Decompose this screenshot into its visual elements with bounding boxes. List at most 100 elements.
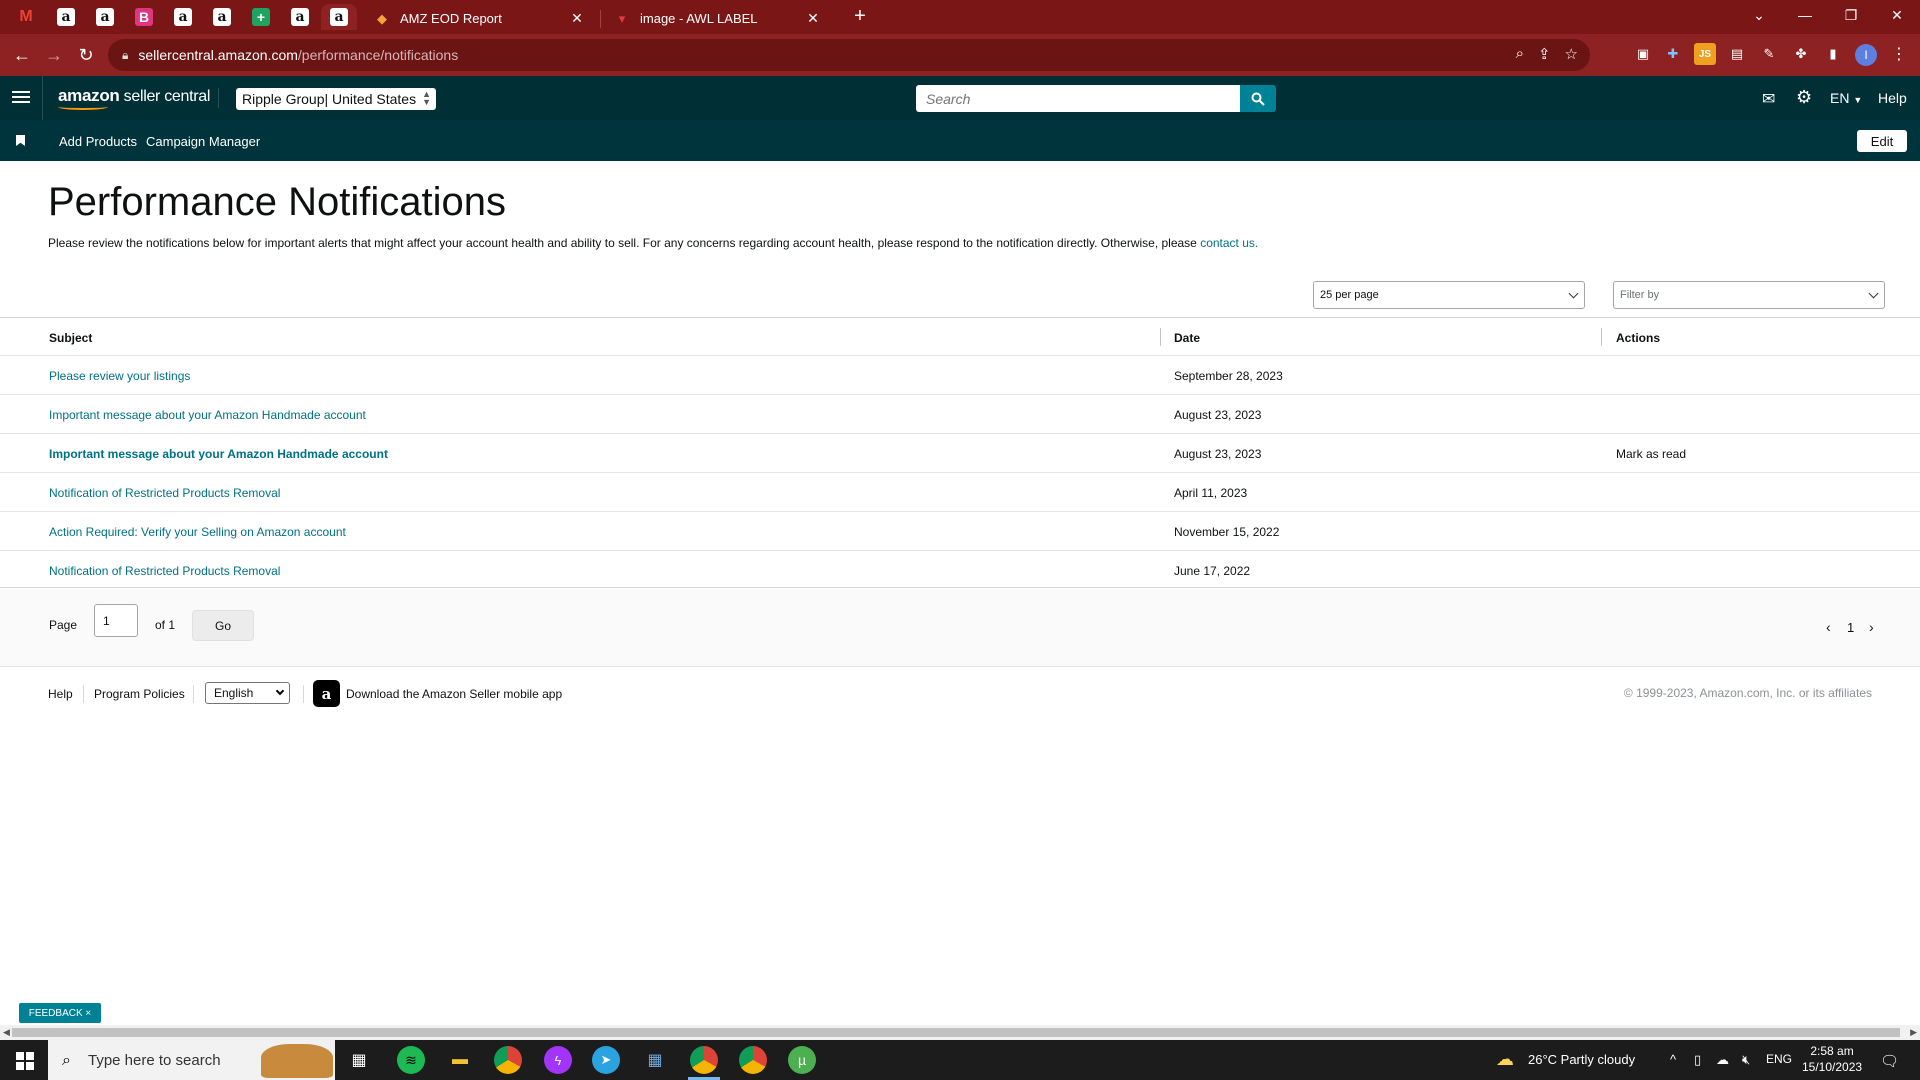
gear-icon[interactable]: ⚙ xyxy=(1796,87,1812,108)
tab-awl-label[interactable]: ▾ image - AWL LABEL ✕ xyxy=(602,3,834,34)
pinned-tab-amazon-active[interactable]: a xyxy=(321,4,357,30)
reload-icon[interactable]: ↻ xyxy=(72,41,100,69)
footer-help-link[interactable]: Help xyxy=(48,687,73,701)
system-clock[interactable]: 2:58 am 15/10/2023 xyxy=(1802,1043,1862,1075)
close-icon[interactable]: ✕ xyxy=(568,10,586,27)
notification-subject-link[interactable]: Notification of Restricted Products Remo… xyxy=(49,564,280,578)
notification-subject-link-unread[interactable]: Important message about your Amazon Hand… xyxy=(49,447,388,461)
back-arrow-icon[interactable]: ← xyxy=(8,41,36,69)
search-button[interactable] xyxy=(1240,85,1276,112)
extension-off-icon[interactable]: ▣ xyxy=(1632,43,1654,65)
messenger-icon[interactable]: ϟ xyxy=(544,1046,572,1074)
help-link[interactable]: Help xyxy=(1878,90,1907,106)
notification-subject-link[interactable]: Please review your listings xyxy=(49,369,190,383)
footer-language-select[interactable]: English xyxy=(205,682,290,704)
tab-search-chevron-icon[interactable]: ⌄ xyxy=(1736,0,1782,30)
search-input[interactable] xyxy=(916,85,1246,112)
address-bar[interactable]: 🔒︎ sellercentral.amazon.com/performance/… xyxy=(108,39,1590,71)
edit-bookmarks-button[interactable]: Edit xyxy=(1857,130,1907,152)
share-icon[interactable]: ⇪ xyxy=(1538,45,1551,63)
download-app-link[interactable]: Download the Amazon Seller mobile app xyxy=(346,687,562,701)
horizontal-scrollbar[interactable]: ◀ ▶ xyxy=(0,1025,1920,1040)
table-row: Notification of Restricted Products Remo… xyxy=(0,473,1920,512)
language-selector[interactable]: EN ▼ xyxy=(1830,90,1862,106)
pinned-tab-amazon[interactable]: a xyxy=(48,4,84,30)
lock-icon: 🔒︎ xyxy=(122,47,129,62)
extension-image-icon[interactable]: ▤ xyxy=(1726,43,1748,65)
profile-avatar[interactable]: I xyxy=(1855,44,1877,66)
weather-icon[interactable]: ☁ xyxy=(1496,1049,1514,1070)
browser-menu-icon[interactable]: ⋮ xyxy=(1888,43,1910,65)
forward-arrow-icon[interactable]: → xyxy=(40,41,68,69)
weather-text[interactable]: 26°C Partly cloudy xyxy=(1528,1052,1635,1067)
task-view-icon[interactable]: ▦ xyxy=(345,1046,373,1074)
feedback-button[interactable]: FEEDBACK × xyxy=(19,1003,101,1023)
side-panel-icon[interactable]: ▮ xyxy=(1822,43,1844,65)
extensions-puzzle-icon[interactable]: ✤ xyxy=(1790,43,1812,65)
search-icon: ⌕ xyxy=(62,1052,71,1069)
amazon-icon: a xyxy=(174,8,192,26)
filter-select[interactable]: Filter by xyxy=(1613,281,1885,309)
minimize-icon[interactable]: — xyxy=(1782,0,1828,30)
chrome-profile-icon[interactable] xyxy=(690,1046,718,1074)
seller-central-logo[interactable]: amazon seller central xyxy=(58,86,210,110)
tray-device-icon[interactable]: ▯ xyxy=(1694,1052,1701,1068)
volume-muted-icon[interactable]: 🔇︎ xyxy=(1742,1052,1750,1068)
spotify-icon[interactable]: ≋ xyxy=(397,1046,425,1074)
extension-puzzle-blue-icon[interactable]: ✚ xyxy=(1662,43,1684,65)
pinned-tab-amazon[interactable]: a xyxy=(87,4,123,30)
bookmark-add-products[interactable]: Add Products xyxy=(59,134,137,149)
file-explorer-icon[interactable]: ▬ xyxy=(446,1046,474,1074)
close-icon[interactable]: ✕ xyxy=(804,10,822,27)
contact-us-link[interactable]: contact us. xyxy=(1200,236,1258,250)
zoom-icon[interactable]: ⌕ xyxy=(1516,45,1524,63)
footer-program-policies-link[interactable]: Program Policies xyxy=(94,687,185,701)
mail-icon[interactable]: ✉ xyxy=(1762,89,1775,109)
table-header-row: Subject Date Actions xyxy=(0,318,1920,356)
tray-chevron-up-icon[interactable]: ^ xyxy=(1670,1052,1676,1067)
notification-subject-link[interactable]: Notification of Restricted Products Remo… xyxy=(49,486,280,500)
header-subject: Subject xyxy=(49,331,93,345)
tab-amz-eod-report[interactable]: ◆ AMZ EOD Report ✕ xyxy=(362,3,598,34)
windows-start-icon[interactable] xyxy=(16,1052,34,1070)
notification-subject-link[interactable]: Action Required: Verify your Selling on … xyxy=(49,525,346,539)
notification-subject-link[interactable]: Important message about your Amazon Hand… xyxy=(49,408,366,422)
account-switcher[interactable]: Ripple Group | United States ▲ ▼ xyxy=(236,88,437,110)
taskbar-search-box[interactable]: ⌕ Type here to search xyxy=(48,1040,335,1080)
bookmark-icon[interactable] xyxy=(16,135,25,146)
new-tab-plus-icon[interactable]: + xyxy=(848,5,872,29)
amazon-seller-app-icon[interactable]: a xyxy=(313,680,340,707)
calculator-icon[interactable]: ▦ xyxy=(641,1046,669,1074)
window-close-icon[interactable]: ✕ xyxy=(1874,0,1920,30)
account-name: Ripple Group xyxy=(242,91,325,107)
scroll-right-arrow-icon[interactable]: ▶ xyxy=(1910,1027,1917,1038)
bookmark-star-icon[interactable]: ☆ xyxy=(1565,45,1578,63)
scrollbar-thumb[interactable] xyxy=(12,1028,1900,1037)
pinned-tab-gmail[interactable]: M xyxy=(8,4,44,30)
pinned-tab-amazon[interactable]: a xyxy=(165,4,201,30)
restore-icon[interactable]: ❐ xyxy=(1828,0,1874,30)
pinned-tab-sheets[interactable]: + xyxy=(243,4,279,30)
telegram-icon[interactable]: ➤ xyxy=(592,1046,620,1074)
chrome-profile-icon[interactable] xyxy=(739,1046,767,1074)
current-page-number[interactable]: 1 xyxy=(1847,620,1854,635)
bookmark-campaign-manager[interactable]: Campaign Manager xyxy=(146,134,260,149)
pinned-tab-b-app[interactable]: B xyxy=(126,4,162,30)
pinned-tab-amazon[interactable]: a xyxy=(282,4,318,30)
menu-hamburger-icon[interactable] xyxy=(12,88,30,106)
extension-edit-icon[interactable]: ✎ xyxy=(1758,43,1780,65)
mark-as-read-link[interactable]: Mark as read xyxy=(1616,447,1686,461)
input-language[interactable]: ENG xyxy=(1766,1052,1792,1066)
chevron-right-icon[interactable]: › xyxy=(1869,619,1874,635)
onedrive-cloud-icon[interactable]: ☁ xyxy=(1716,1052,1729,1068)
notifications-icon[interactable]: 🗨︎ xyxy=(1880,1052,1899,1070)
chevron-left-icon[interactable]: ‹ xyxy=(1826,619,1831,635)
go-button[interactable]: Go xyxy=(192,610,254,641)
chrome-icon[interactable] xyxy=(494,1046,522,1074)
per-page-select[interactable]: 25 per page xyxy=(1313,281,1585,309)
extension-js-icon[interactable]: JS xyxy=(1694,43,1716,65)
utorrent-icon[interactable]: µ xyxy=(788,1046,816,1074)
pinned-tab-amazon[interactable]: a xyxy=(204,4,240,30)
page-number-input[interactable] xyxy=(94,604,138,637)
scroll-left-arrow-icon[interactable]: ◀ xyxy=(3,1027,10,1038)
